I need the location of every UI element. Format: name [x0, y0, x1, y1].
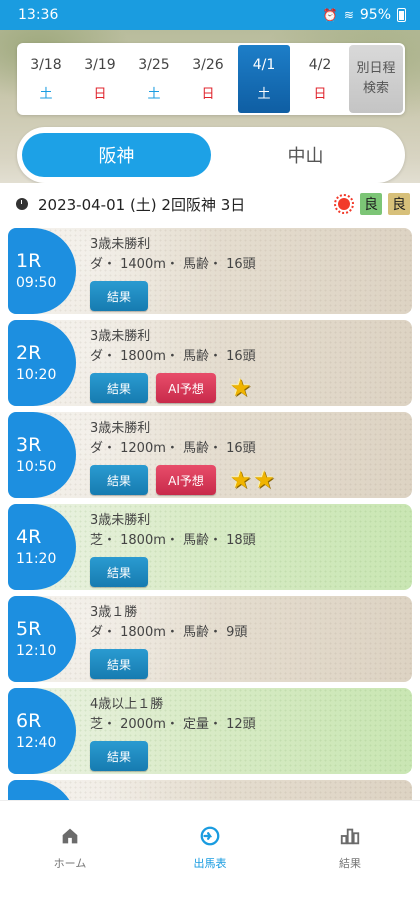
race-card[interactable]: 4R 11:20 3歳未勝利 芝・ 1800m・ 馬齢・ 18頭 結果	[8, 504, 412, 590]
race-detail: ダ・ 1800m・ 馬齢・ 16頭	[90, 349, 256, 364]
race-detail: 芝・ 1800m・ 馬齢・ 18頭	[90, 533, 256, 548]
dirt-condition-badge: 良	[388, 193, 410, 215]
star-icon: ★	[230, 374, 252, 402]
race-day-label: 2023-04-01 (土) 2回阪神 3日	[38, 195, 246, 214]
race-card-partial[interactable]	[8, 780, 412, 800]
race-time: 12:10	[16, 643, 57, 659]
date-label: 4/1	[252, 56, 276, 73]
race-time: 12:40	[16, 735, 57, 751]
star-icon: ★	[230, 466, 252, 494]
race-card[interactable]: 6R 12:40 4歳以上１勝 芝・ 2000m・ 定量・ 12頭 結果	[8, 688, 412, 774]
race-number-badge: 6R 12:40	[8, 688, 76, 774]
result-button[interactable]: 結果	[90, 373, 148, 403]
nav-entry-table[interactable]: 出馬表	[140, 801, 280, 900]
race-day-info: 2023-04-01 (土) 2回阪神 3日 良 良	[0, 183, 420, 225]
status-time: 13:36	[18, 7, 59, 23]
weekday-label: 日	[93, 86, 107, 102]
race-time: 11:20	[16, 551, 57, 567]
race-detail: ダ・ 1200m・ 馬齢・ 16頭	[90, 441, 256, 456]
nav-results-label: 結果	[339, 857, 361, 870]
race-number: 1R	[16, 250, 42, 272]
weather-conditions: 良 良	[334, 193, 410, 215]
race-number: 3R	[16, 434, 42, 456]
weekday-label: 日	[201, 86, 215, 102]
weekday-label: 土	[147, 86, 161, 102]
tab-venue-nakayama[interactable]: 中山	[211, 133, 400, 177]
venue-tabs: 阪神 中山	[17, 127, 405, 183]
ai-prediction-button[interactable]: AI予想	[156, 373, 216, 403]
race-detail: ダ・ 1800m・ 馬齢・ 9頭	[90, 625, 248, 640]
race-card[interactable]: 2R 10:20 3歳未勝利 ダ・ 1800m・ 馬齢・ 16頭 結果 AI予想…	[8, 320, 412, 406]
race-name: 3歳未勝利	[90, 513, 151, 528]
race-card[interactable]: 3R 10:50 3歳未勝利 ダ・ 1200m・ 馬齢・ 16頭 結果 AI予想…	[8, 412, 412, 498]
race-list: 1R 09:50 3歳未勝利 ダ・ 1400m・ 馬齢・ 16頭 結果 2R 1…	[0, 226, 420, 800]
race-name: 3歳未勝利	[90, 237, 151, 252]
date-label: 3/25	[138, 56, 170, 73]
weekday-label: 土	[39, 86, 53, 102]
wifi-icon: ≋	[343, 8, 354, 22]
date-label: 3/26	[192, 56, 224, 73]
race-number-badge: 5R 12:10	[8, 596, 76, 682]
result-button[interactable]: 結果	[90, 465, 148, 495]
race-name: 3歳未勝利	[90, 421, 151, 436]
date-selector: 3/18 土 3/19 日 3/25 土 3/26 日 4/1 土 4/2 日 …	[17, 43, 405, 115]
date-tab-4[interactable]: 4/1 土	[238, 45, 290, 113]
results-chart-icon	[340, 828, 360, 845]
date-tab-3[interactable]: 3/26 日	[181, 45, 235, 113]
race-number: 5R	[16, 618, 42, 640]
result-button[interactable]: 結果	[90, 557, 148, 587]
weekday-label: 土	[257, 86, 271, 102]
race-name: 4歳以上１勝	[90, 697, 164, 712]
clock-icon	[16, 198, 28, 210]
status-icons: ⏰ ≋ 95%	[323, 7, 406, 23]
race-name: 3歳未勝利	[90, 329, 151, 344]
battery-percent: 95%	[359, 7, 391, 23]
date-label: 4/2	[308, 56, 332, 73]
prediction-rating: ★	[230, 376, 252, 400]
race-number: 6R	[16, 710, 42, 732]
weekday-label: 日	[313, 86, 327, 102]
entry-table-icon	[200, 826, 220, 846]
race-number-badge: 1R 09:50	[8, 228, 76, 314]
prediction-rating: ★ ★	[230, 468, 275, 492]
race-name: 3歳１勝	[90, 605, 138, 620]
race-number-badge: 3R 10:50	[8, 412, 76, 498]
race-time: 10:50	[16, 459, 57, 475]
nav-home-label: ホーム	[53, 857, 87, 870]
race-card[interactable]: 1R 09:50 3歳未勝利 ダ・ 1400m・ 馬齢・ 16頭 結果	[8, 228, 412, 314]
ai-prediction-button[interactable]: AI予想	[156, 465, 216, 495]
tab-venue-hanshin[interactable]: 阪神	[22, 133, 211, 177]
nav-results[interactable]: 結果	[280, 801, 420, 900]
nav-entry-table-label: 出馬表	[193, 857, 227, 870]
race-number: 4R	[16, 526, 42, 548]
race-card[interactable]: 5R 12:10 3歳１勝 ダ・ 1800m・ 馬齢・ 9頭 結果	[8, 596, 412, 682]
race-time: 10:20	[16, 367, 57, 383]
race-number-badge: 4R 11:20	[8, 504, 76, 590]
race-number-badge: 2R 10:20	[8, 320, 76, 406]
result-button[interactable]: 結果	[90, 741, 148, 771]
date-tab-1[interactable]: 3/19 日	[73, 45, 127, 113]
bottom-navigation: ホーム 出馬表 結果	[0, 800, 420, 900]
home-icon	[62, 828, 78, 844]
date-tab-0[interactable]: 3/18 土	[19, 45, 73, 113]
result-button[interactable]: 結果	[90, 281, 148, 311]
result-button[interactable]: 結果	[90, 649, 148, 679]
nav-home[interactable]: ホーム	[0, 801, 140, 900]
battery-icon	[397, 8, 406, 22]
other-date-search-button[interactable]: 別日程 検索	[349, 45, 403, 113]
alarm-icon: ⏰	[322, 8, 338, 22]
date-label: 3/18	[30, 56, 62, 73]
race-number: 2R	[16, 342, 42, 364]
turf-condition-badge: 良	[360, 193, 382, 215]
race-time: 09:50	[16, 275, 57, 291]
race-detail: 芝・ 2000m・ 定量・ 12頭	[90, 717, 256, 732]
race-detail: ダ・ 1400m・ 馬齢・ 16頭	[90, 257, 256, 272]
star-icon: ★	[253, 466, 276, 494]
date-label: 3/19	[84, 56, 116, 73]
sunny-icon	[334, 194, 354, 214]
date-tab-2[interactable]: 3/25 土	[127, 45, 181, 113]
status-bar: 13:36 ⏰ ≋ 95%	[0, 0, 420, 30]
race-number-badge	[8, 780, 76, 800]
date-tab-5[interactable]: 4/2 日	[293, 45, 347, 113]
